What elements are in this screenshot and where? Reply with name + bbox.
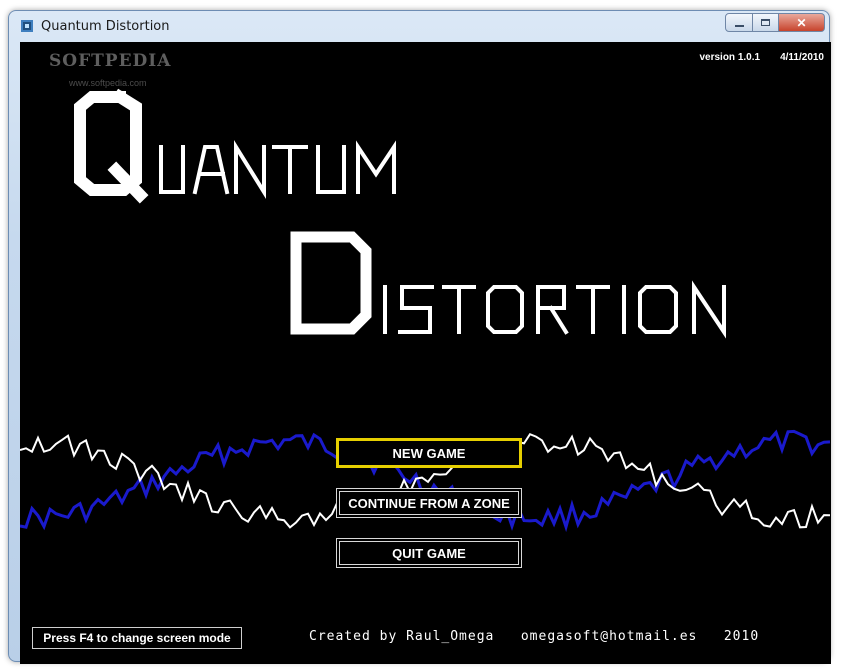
waveform-background bbox=[20, 429, 831, 533]
quit-game-button[interactable]: QUIT GAME bbox=[336, 538, 522, 568]
window-controls: ✕ bbox=[725, 13, 825, 33]
credits-text: Created by Raul_Omega omegasoft@hotmail.… bbox=[309, 629, 760, 644]
game-window: Quantum Distortion ✕ SOFTPEDIA www.softp… bbox=[8, 10, 831, 664]
title-bar[interactable]: Quantum Distortion ✕ bbox=[9, 11, 829, 43]
minimize-icon bbox=[734, 24, 744, 27]
new-game-button[interactable]: NEW GAME bbox=[336, 438, 522, 468]
app-icon[interactable] bbox=[21, 20, 33, 32]
window-title: Quantum Distortion bbox=[41, 19, 170, 34]
close-icon: ✕ bbox=[796, 15, 807, 30]
game-canvas: SOFTPEDIA www.softpedia.com version 1.0.… bbox=[20, 42, 831, 664]
maximize-icon bbox=[761, 19, 770, 26]
close-button[interactable]: ✕ bbox=[779, 13, 825, 32]
maximize-button[interactable] bbox=[753, 13, 779, 32]
continue-from-zone-button[interactable]: CONTINUE FROM A ZONE bbox=[336, 488, 522, 518]
screen-mode-hint: Press F4 to change screen mode bbox=[32, 627, 242, 649]
minimize-button[interactable] bbox=[725, 13, 753, 32]
